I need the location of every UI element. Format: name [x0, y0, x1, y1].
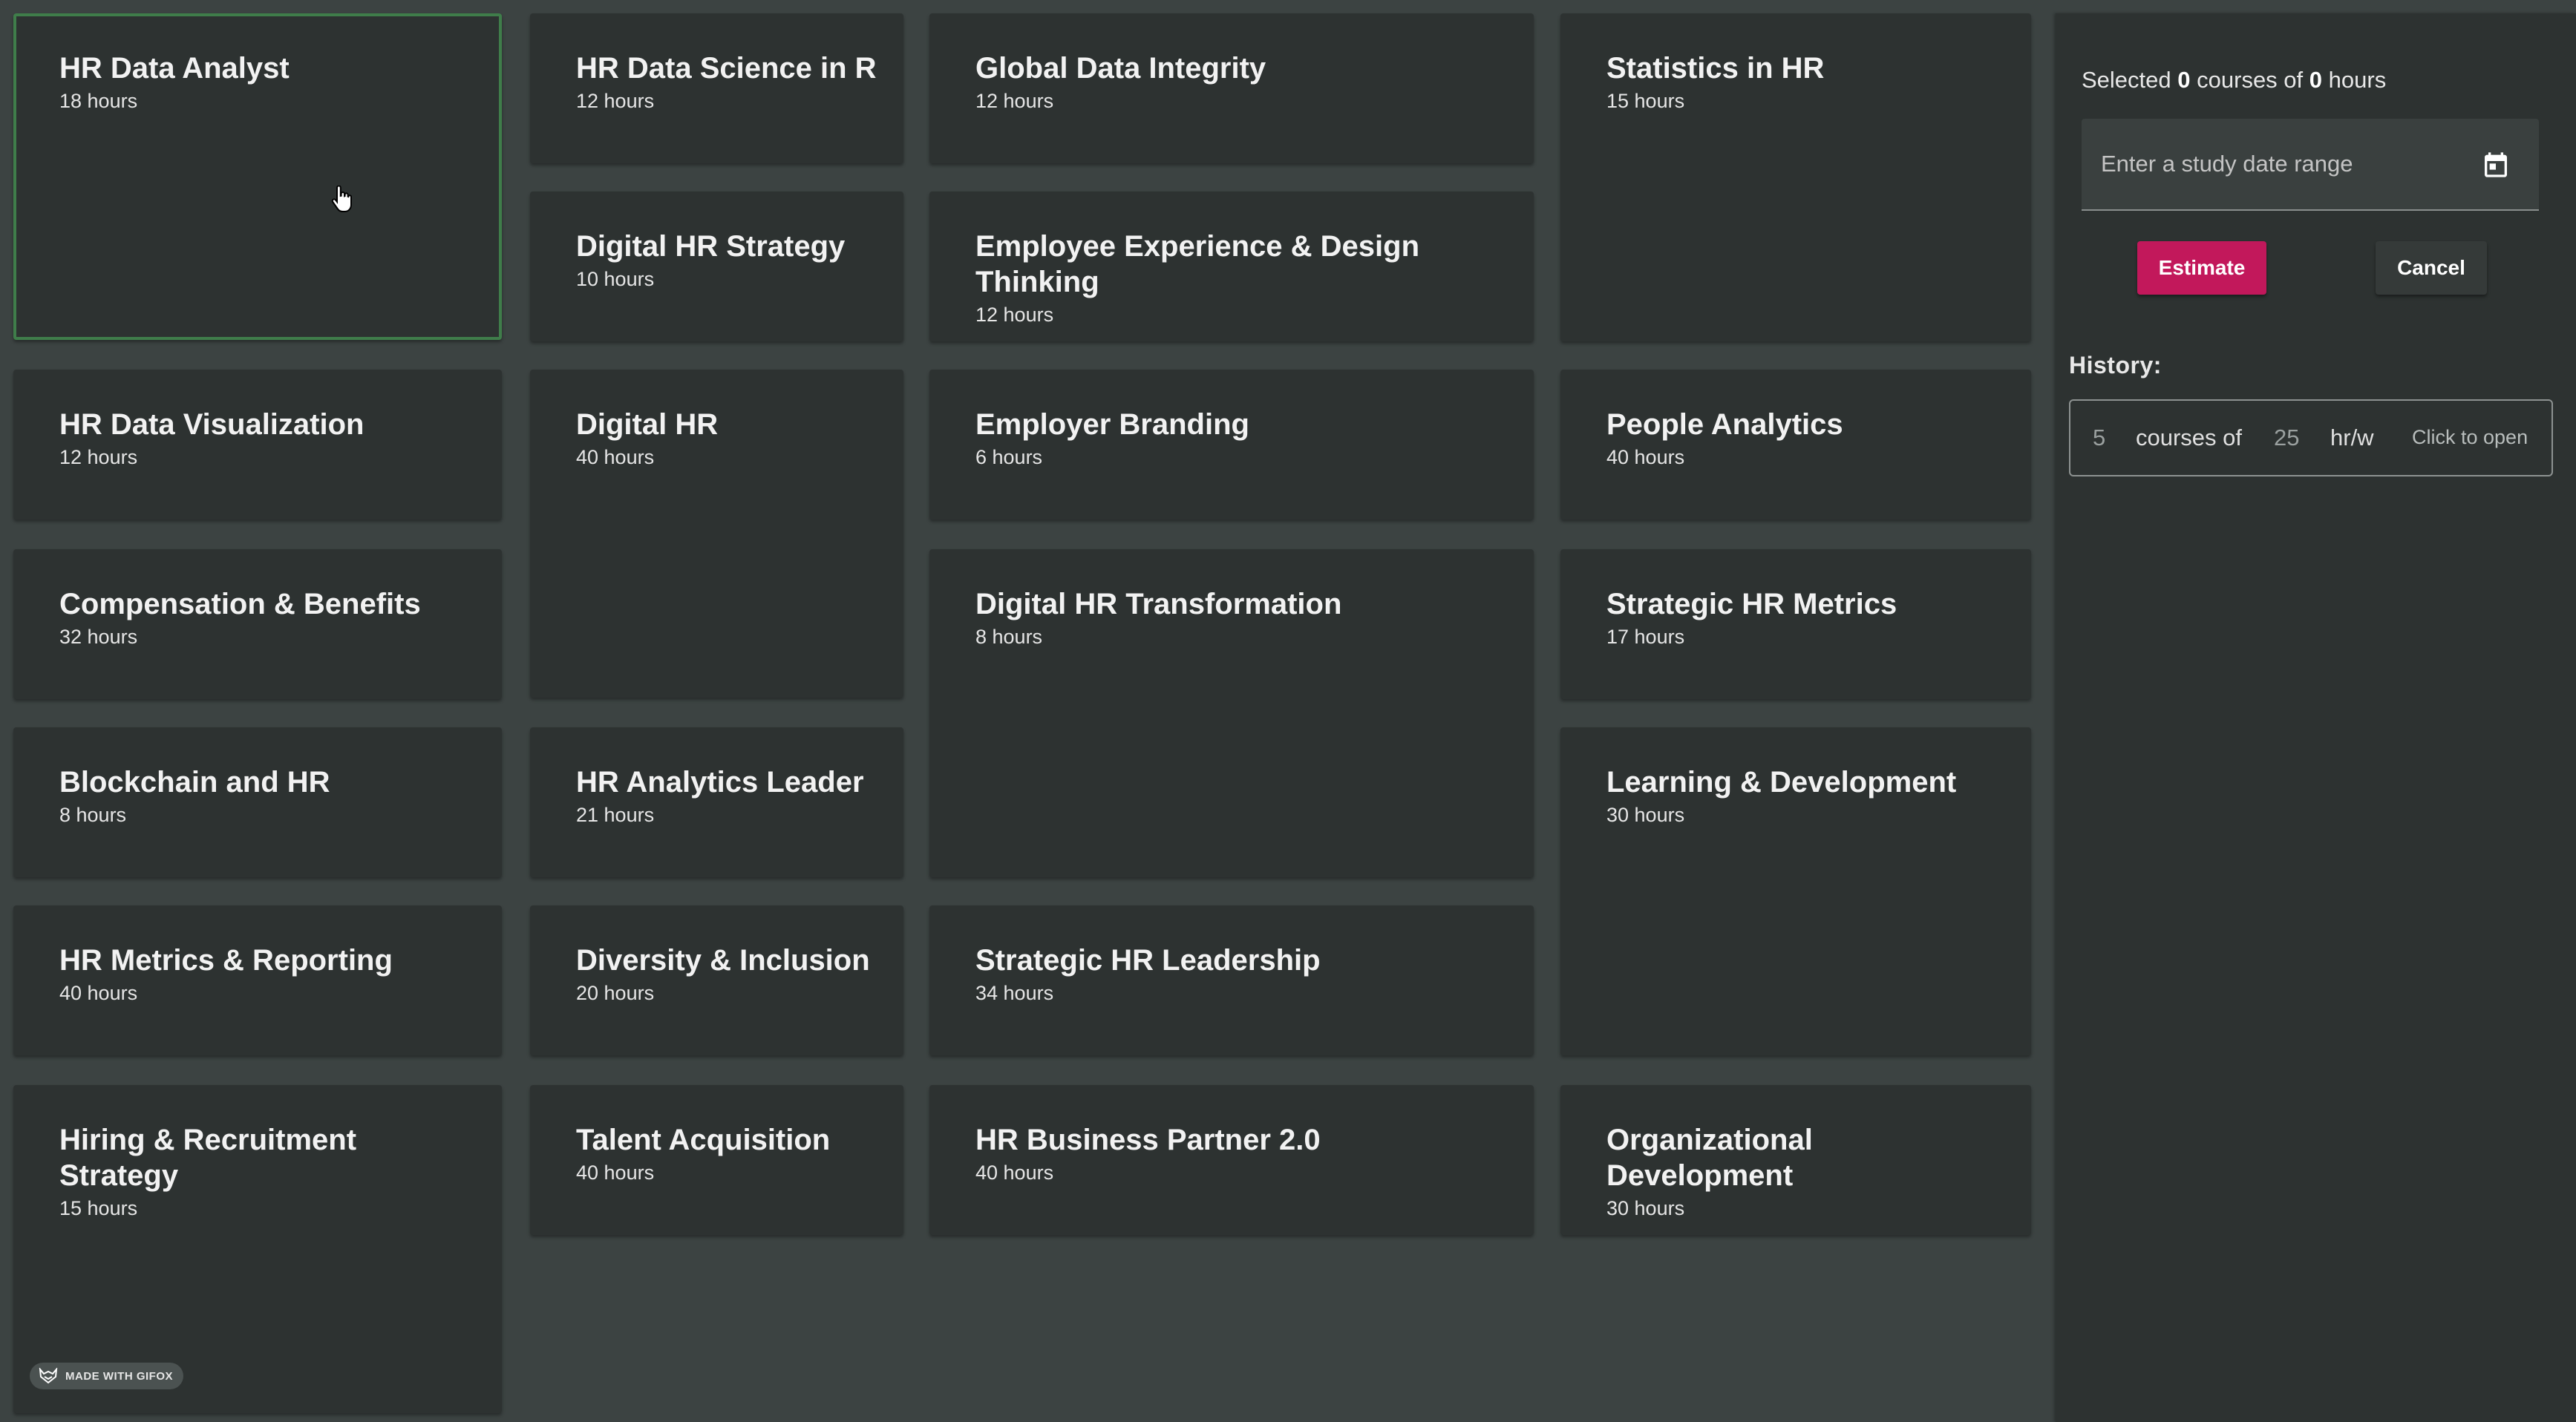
course-hours: 12 hours	[576, 90, 655, 112]
course-title: HR Business Partner 2.0	[975, 1124, 1321, 1156]
history-courses-text: courses of	[2136, 425, 2243, 450]
course-title: Strategic HR Metrics	[1606, 588, 1897, 620]
course-hours: 8 hours	[975, 626, 1043, 648]
history-hours: 25	[2274, 425, 2300, 450]
course-hours: 17 hours	[1606, 626, 1685, 648]
fox-logo-icon	[39, 1368, 58, 1384]
course-hours: 34 hours	[975, 982, 1054, 1004]
course-title: Organizational Development	[1606, 1124, 1813, 1192]
course-title: Global Data Integrity	[975, 52, 1266, 85]
course-title: Digital HR	[576, 408, 719, 441]
course-title: Digital HR Strategy	[576, 230, 846, 263]
course-hours: 21 hours	[576, 804, 655, 826]
course-hours: 20 hours	[576, 982, 655, 1004]
course-title: Blockchain and HR	[59, 766, 330, 799]
selected-count: 0	[2177, 67, 2191, 93]
course-hours: 30 hours	[1606, 1197, 1685, 1219]
course-hours: 6 hours	[975, 446, 1043, 468]
estimate-panel: Selected 0 courses of 0 hours Estimate C…	[2056, 13, 2576, 1422]
course-title: Statistics in HR	[1606, 52, 1825, 85]
history-unit: hr/w	[2330, 425, 2374, 450]
summary-suffix: hours	[2328, 67, 2387, 93]
course-card[interactable]: Diversity & Inclusion 20 hours	[530, 905, 903, 1055]
course-card[interactable]: HR Data Analyst 18 hours	[13, 13, 502, 340]
course-card[interactable]: Statistics in HR 15 hours	[1560, 13, 2031, 341]
course-card[interactable]: HR Business Partner 2.0 40 hours	[929, 1085, 1534, 1235]
history-entry[interactable]: 5 courses of 25 hr/w Click to open	[2069, 399, 2553, 476]
course-hours: 8 hours	[59, 804, 127, 826]
course-hours: 15 hours	[59, 1197, 138, 1219]
course-title: HR Data Analyst	[59, 52, 290, 85]
course-card[interactable]: Strategic HR Metrics 17 hours	[1560, 549, 2031, 699]
course-card[interactable]: HR Analytics Leader 21 hours	[530, 727, 903, 877]
course-title: Strategic HR Leadership	[975, 944, 1321, 977]
hand-cursor-icon	[331, 186, 352, 212]
history-open-link[interactable]: Click to open	[2412, 426, 2528, 449]
course-card[interactable]: HR Metrics & Reporting 40 hours	[13, 905, 502, 1055]
course-hours: 12 hours	[975, 304, 1054, 326]
course-hours: 12 hours	[975, 90, 1054, 112]
history-heading: History:	[2069, 352, 2162, 379]
gifox-badge: MADE WITH GIFOX	[30, 1363, 183, 1389]
course-hours: 30 hours	[1606, 804, 1685, 826]
course-hours: 12 hours	[59, 446, 138, 468]
course-card[interactable]: Digital HR 40 hours	[530, 370, 903, 698]
course-hours: 15 hours	[1606, 90, 1685, 112]
date-range-field	[2082, 119, 2539, 211]
course-card[interactable]: Digital HR Strategy 10 hours	[530, 191, 903, 341]
date-range-input[interactable]	[2099, 141, 2459, 187]
course-hours: 40 hours	[1606, 446, 1685, 468]
course-card[interactable]: Blockchain and HR 8 hours	[13, 727, 502, 877]
course-hours: 40 hours	[59, 982, 138, 1004]
course-title: Diversity & Inclusion	[576, 944, 870, 977]
selected-hours: 0	[2309, 67, 2323, 93]
course-title: Hiring & Recruitment Strategy	[59, 1124, 357, 1192]
course-title: People Analytics	[1606, 408, 1843, 441]
course-title: Talent Acquisition	[576, 1124, 831, 1156]
course-title: Compensation & Benefits	[59, 588, 421, 620]
course-title: HR Data Science in R	[576, 52, 877, 85]
course-card[interactable]: People Analytics 40 hours	[1560, 370, 2031, 520]
course-card[interactable]: Organizational Development 30 hours	[1560, 1085, 2031, 1235]
course-hours: 40 hours	[576, 446, 655, 468]
course-card[interactable]: Employer Branding 6 hours	[929, 370, 1534, 520]
course-title: Learning & Development	[1606, 766, 1957, 799]
history-courses: 5	[2093, 425, 2106, 450]
course-hours: 40 hours	[576, 1161, 655, 1184]
course-card[interactable]: Talent Acquisition 40 hours	[530, 1085, 903, 1235]
course-hours: 32 hours	[59, 626, 138, 648]
course-card[interactable]: Digital HR Transformation 8 hours	[929, 549, 1534, 877]
course-card[interactable]: Global Data Integrity 12 hours	[929, 13, 1534, 163]
course-hours: 18 hours	[59, 90, 138, 112]
course-card[interactable]: HR Data Visualization 12 hours	[13, 370, 502, 520]
course-title: Employer Branding	[975, 408, 1249, 441]
course-card[interactable]: Learning & Development 30 hours	[1560, 727, 2031, 1055]
course-card[interactable]: Compensation & Benefits 32 hours	[13, 549, 502, 699]
course-card[interactable]: Employee Experience & Design Thinking 12…	[929, 191, 1534, 341]
course-card[interactable]: HR Data Science in R 12 hours	[530, 13, 903, 163]
course-title: Employee Experience & Design Thinking	[975, 230, 1420, 298]
course-title: Digital HR Transformation	[975, 588, 1342, 620]
course-title: HR Metrics & Reporting	[59, 944, 393, 977]
badge-text: MADE WITH GIFOX	[65, 1369, 173, 1383]
course-title: HR Analytics Leader	[576, 766, 864, 799]
selection-summary: Selected 0 courses of 0 hours	[2082, 67, 2386, 94]
estimate-button[interactable]: Estimate	[2137, 241, 2266, 295]
course-card[interactable]: Strategic HR Leadership 34 hours	[929, 905, 1534, 1055]
summary-prefix: Selected	[2082, 67, 2171, 93]
course-hours: 10 hours	[576, 268, 655, 290]
calendar-icon[interactable]	[2481, 150, 2511, 180]
summary-mid: courses of	[2197, 67, 2304, 93]
course-hours: 40 hours	[975, 1161, 1054, 1184]
course-title: HR Data Visualization	[59, 408, 365, 441]
cancel-button[interactable]: Cancel	[2376, 241, 2487, 295]
